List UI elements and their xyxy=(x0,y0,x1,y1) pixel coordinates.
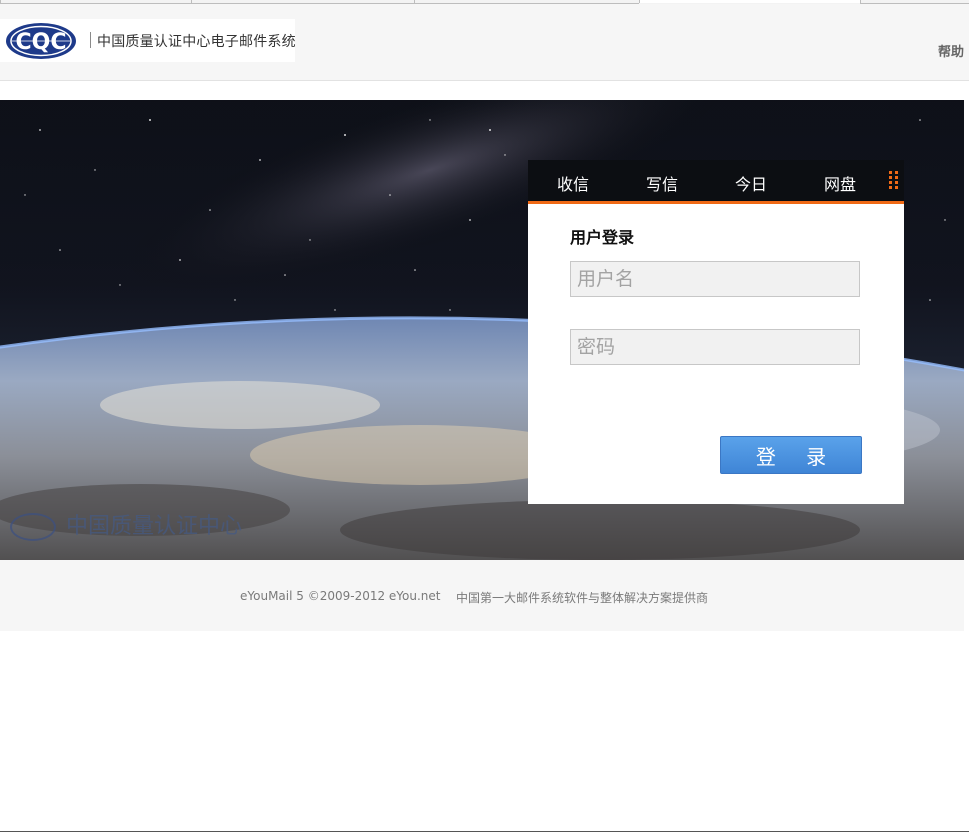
login-panel: 收信 写信 今日 网盘 用户登录 登 录 xyxy=(528,160,904,504)
watermark-logo-icon xyxy=(10,513,56,541)
browser-tab-active[interactable] xyxy=(639,0,860,3)
watermark-text: 中国质量认证中心 xyxy=(66,514,243,539)
password-input[interactable] xyxy=(570,329,860,365)
apps-grid-icon[interactable] xyxy=(889,171,899,190)
help-link[interactable]: 帮助 xyxy=(938,41,964,60)
copyright-text: eYouMail 5 ©2009-2012 eYou.net xyxy=(240,589,441,603)
login-button[interactable]: 登 录 xyxy=(720,436,862,474)
login-nav-bar: 收信 写信 今日 网盘 xyxy=(528,160,904,204)
login-title: 用户登录 xyxy=(570,228,635,247)
logo-letters: CQC xyxy=(16,30,67,55)
cqc-watermark: 中国质量认证中心 xyxy=(10,508,242,541)
window-bottom-border xyxy=(0,831,969,832)
system-name: 中国质量认证中心电子邮件系统 xyxy=(97,34,296,50)
nav-compose[interactable]: 写信 xyxy=(646,171,678,195)
logo-divider xyxy=(90,32,91,48)
vendor-tagline: 中国第一大邮件系统软件与整体解决方案提供商 xyxy=(456,591,709,605)
cqc-logo-icon: CQC xyxy=(6,23,76,59)
username-input[interactable] xyxy=(570,261,860,297)
page-header: CQC 中国质量认证中心电子邮件系统 帮助 xyxy=(0,4,969,81)
nav-netdisk[interactable]: 网盘 xyxy=(824,171,856,195)
nav-today[interactable]: 今日 xyxy=(735,171,767,195)
logo-banner: CQC 中国质量认证中心电子邮件系统 xyxy=(0,19,296,62)
page-footer: eYouMail 5 ©2009-2012 eYou.net 中国第一大邮件系统… xyxy=(0,560,964,631)
nav-inbox[interactable]: 收信 xyxy=(557,171,589,195)
